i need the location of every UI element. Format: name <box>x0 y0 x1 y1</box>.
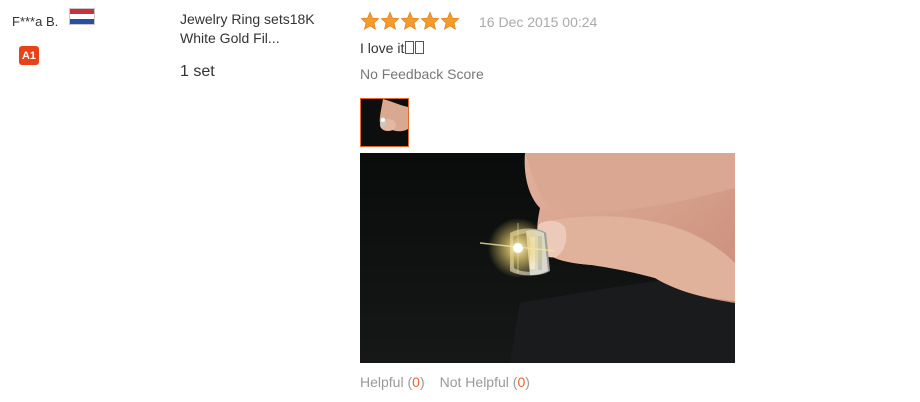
star-icon <box>380 11 400 30</box>
unsupported-glyph <box>405 41 415 54</box>
star-icon <box>360 11 380 30</box>
ring-photo-image <box>360 153 735 363</box>
order-quantity: 1 set <box>180 63 215 80</box>
star-icon <box>420 11 440 30</box>
helpful-button[interactable]: Helpful (0) <box>360 374 425 390</box>
buyer-name: F***a B. <box>12 14 59 29</box>
star-icon <box>440 11 460 30</box>
helpful-count: 0 <box>412 374 420 390</box>
review-photo[interactable] <box>360 153 735 363</box>
review-photo-thumbnail[interactable] <box>360 98 409 147</box>
buyer-level-badge: A1 <box>19 46 39 65</box>
product-title-link[interactable]: Jewelry Ring sets18K White Gold Fil... <box>180 10 340 48</box>
unsupported-glyph <box>415 41 425 54</box>
review-text: I love it <box>360 40 425 56</box>
netherlands-flag-icon <box>69 8 95 25</box>
review-text-content: I love it <box>360 40 405 56</box>
star-rating <box>360 11 460 31</box>
not-helpful-button[interactable]: Not Helpful (0) <box>440 374 530 390</box>
not-helpful-label: Not Helpful <box>439 374 509 390</box>
star-icon <box>400 11 420 30</box>
vote-separator <box>425 374 440 390</box>
feedback-score: No Feedback Score <box>360 66 484 82</box>
helpful-label: Helpful <box>360 374 404 390</box>
not-helpful-count: 0 <box>517 374 526 390</box>
review-date: 16 Dec 2015 00:24 <box>479 14 598 30</box>
ring-photo-thumb-image <box>361 99 408 146</box>
helpful-votes: Helpful (0) Not Helpful (0) <box>360 374 530 390</box>
